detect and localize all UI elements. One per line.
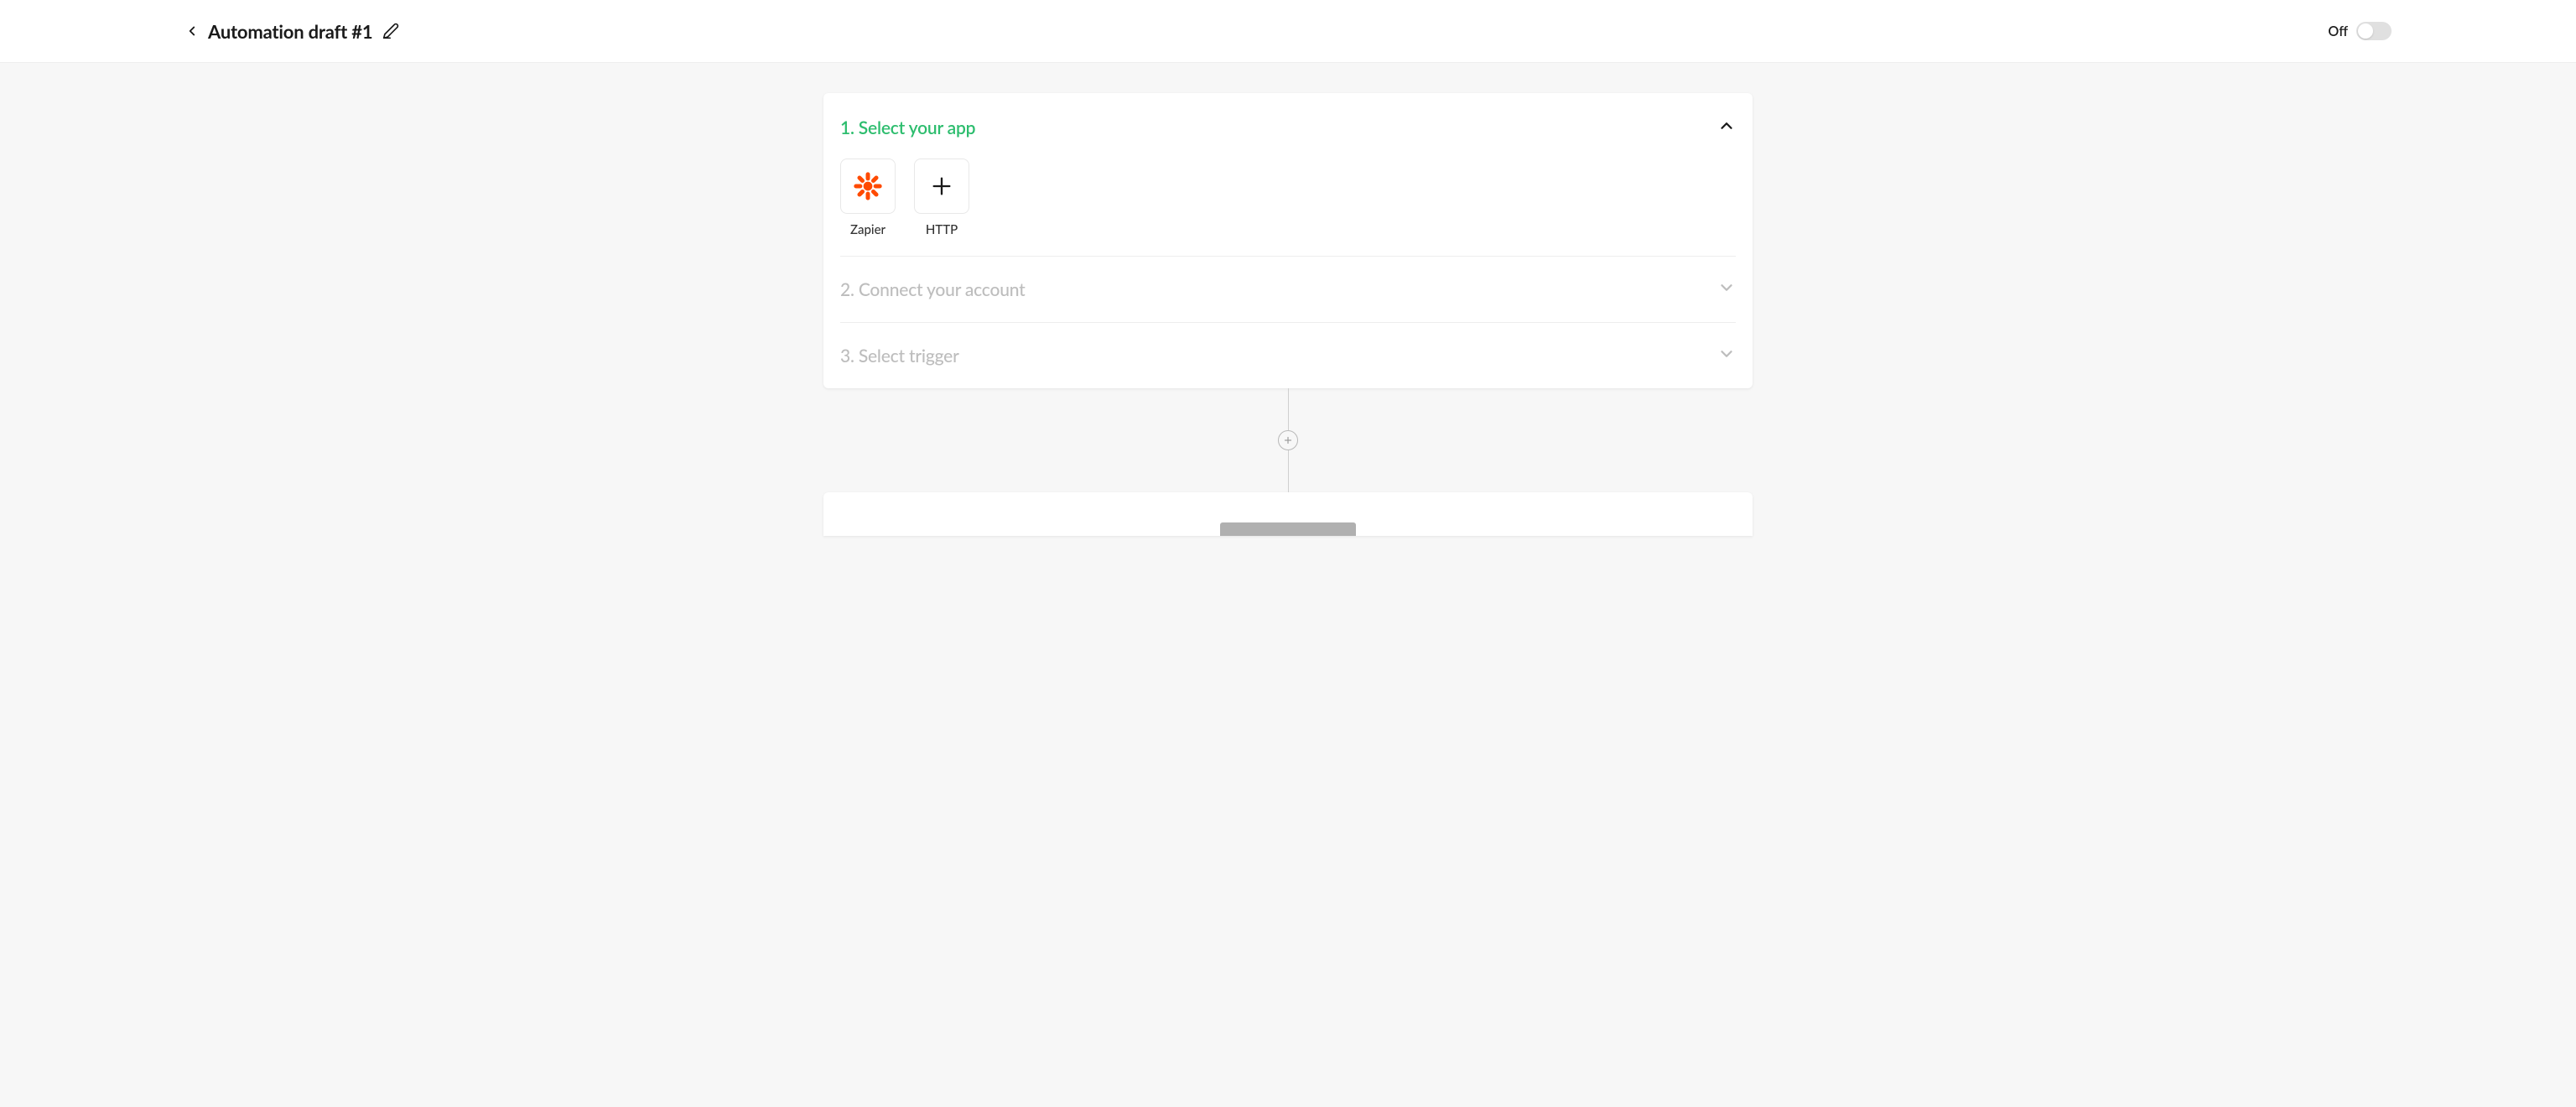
app-icon-box: [914, 159, 969, 214]
chevron-down-icon: [1717, 278, 1736, 297]
toggle-status-label: Off: [2328, 23, 2348, 39]
zapier-icon: [851, 169, 885, 203]
action-config-card: [823, 492, 1753, 536]
add-step-button[interactable]: [1278, 430, 1298, 450]
chevron-up-icon: [1717, 117, 1736, 135]
collapse-chevron[interactable]: [1717, 117, 1736, 138]
automation-toggle[interactable]: [2356, 22, 2392, 40]
app-tile-http[interactable]: HTTP: [914, 159, 969, 237]
connector-line: [1288, 388, 1289, 430]
app-label: Zapier: [850, 222, 886, 237]
header-right: Off: [2328, 22, 2392, 40]
app-grid: Zapier HTTP: [840, 159, 1736, 237]
edit-title-button[interactable]: [382, 23, 399, 39]
connector-line: [1288, 450, 1289, 492]
section-header-select-app[interactable]: 1. Select your app: [840, 117, 1736, 138]
section-title: 1. Select your app: [840, 117, 975, 138]
expand-chevron: [1717, 278, 1736, 300]
section-select-app: 1. Select your app: [840, 93, 1736, 256]
back-button[interactable]: [184, 23, 200, 39]
plus-icon: [1283, 435, 1293, 445]
section-select-trigger[interactable]: 3. Select trigger: [840, 323, 1736, 388]
app-tile-zapier[interactable]: Zapier: [840, 159, 896, 237]
page-header: Automation draft #1 Off: [0, 0, 2576, 63]
pencil-icon: [382, 23, 399, 39]
app-icon-box: [840, 159, 896, 214]
section-title: 2. Connect your account: [840, 279, 1026, 300]
section-connect-account[interactable]: 2. Connect your account: [840, 257, 1736, 322]
placeholder-bar: [1220, 522, 1356, 536]
plus-icon: [930, 174, 953, 198]
step-connector: [823, 388, 1753, 492]
automation-canvas: 1. Select your app: [0, 63, 2576, 1107]
chevron-down-icon: [1717, 345, 1736, 363]
chevron-left-icon: [184, 23, 200, 39]
trigger-config-card: 1. Select your app: [823, 93, 1753, 388]
section-title: 3. Select trigger: [840, 346, 959, 366]
toggle-knob: [2358, 23, 2373, 39]
header-left: Automation draft #1: [184, 20, 399, 43]
expand-chevron: [1717, 345, 1736, 366]
app-label: HTTP: [926, 222, 958, 237]
page-title: Automation draft #1: [208, 20, 372, 43]
